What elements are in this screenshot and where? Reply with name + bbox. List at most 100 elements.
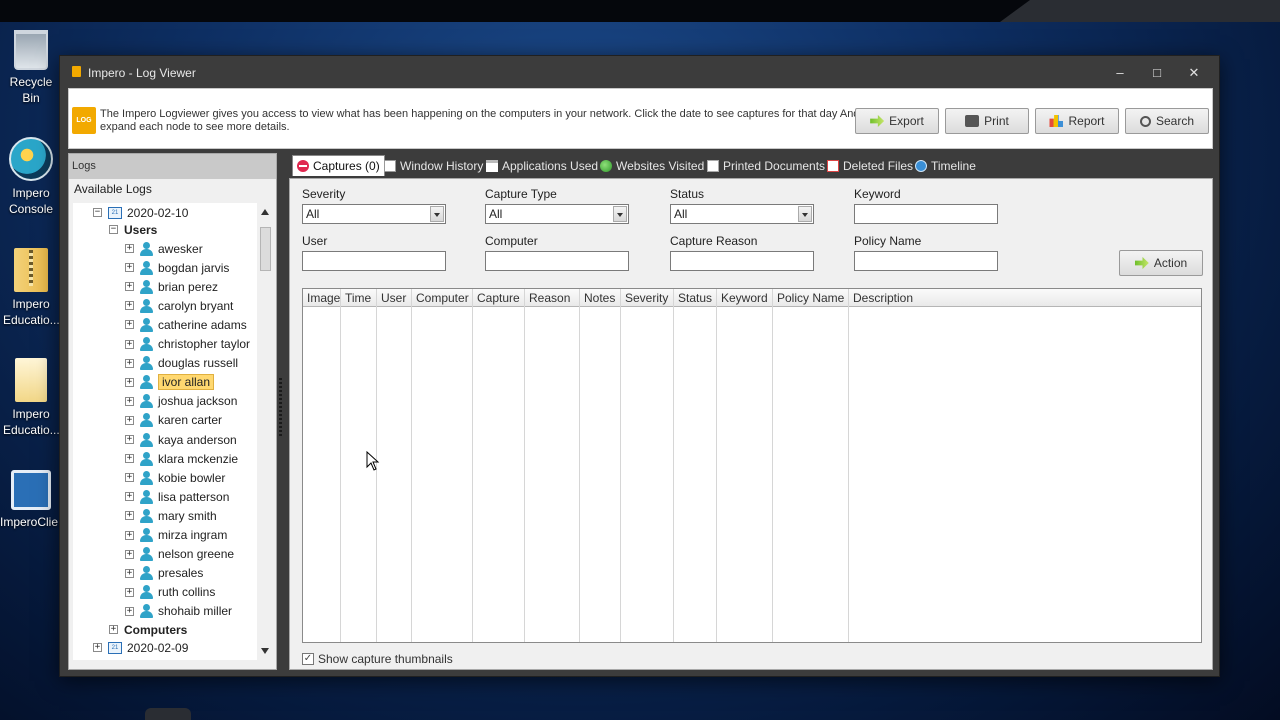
checkbox-check-icon[interactable]: ✓: [302, 653, 314, 665]
expand-icon[interactable]: +: [125, 282, 134, 292]
show-thumbnails-checkbox[interactable]: ✓ Show capture thumbnails: [302, 652, 453, 666]
expand-icon[interactable]: +: [125, 587, 134, 597]
expand-icon[interactable]: +: [125, 606, 134, 616]
column-header[interactable]: Notes: [584, 291, 615, 305]
expand-icon[interactable]: +: [125, 492, 134, 502]
expand-icon[interactable]: +: [125, 301, 134, 311]
tab-window-history[interactable]: Window History: [380, 155, 487, 176]
column-header[interactable]: Image: [307, 291, 340, 305]
column-header[interactable]: Reason: [529, 291, 570, 305]
desktop-icon-impero-education-file[interactable]: Impero Educatio...: [0, 358, 62, 438]
collapse-icon[interactable]: −: [93, 208, 102, 217]
tree-node-user[interactable]: + klara mckenzie: [125, 449, 238, 468]
expand-icon[interactable]: +: [125, 377, 134, 387]
column-header[interactable]: Computer: [416, 291, 469, 305]
expand-icon[interactable]: +: [125, 358, 134, 368]
column-header[interactable]: Policy Name: [777, 291, 844, 305]
user-input[interactable]: [302, 251, 446, 271]
tree-node-user[interactable]: + catherine adams: [125, 315, 247, 334]
chevron-down-icon[interactable]: [613, 206, 627, 222]
maximize-button[interactable]: □: [1138, 62, 1176, 84]
expand-icon[interactable]: +: [125, 568, 134, 578]
tree-node-user[interactable]: + lisa patterson: [125, 487, 229, 506]
column-header[interactable]: Capture: [477, 291, 520, 305]
tree-node-user[interactable]: + karen carter: [125, 411, 222, 430]
pane-splitter[interactable]: [277, 153, 285, 670]
tab-timeline[interactable]: Timeline: [911, 155, 980, 176]
tree-node-user[interactable]: + kobie bowler: [125, 468, 225, 487]
tab-printed-documents[interactable]: Printed Documents: [703, 155, 829, 176]
tree-node-user[interactable]: + mary smith: [125, 506, 217, 525]
tree-node-user[interactable]: + douglas russell: [125, 354, 238, 373]
tree-node-user[interactable]: + bogdan jarvis: [125, 258, 229, 277]
minimize-button[interactable]: –: [1101, 62, 1139, 84]
tree-node-user[interactable]: + joshua jackson: [125, 392, 237, 411]
tree-node-computers[interactable]: + Computers: [109, 620, 187, 639]
policy-name-input[interactable]: [854, 251, 998, 271]
print-button[interactable]: Print: [945, 108, 1029, 134]
column-header[interactable]: Status: [678, 291, 712, 305]
capture-type-select[interactable]: All: [485, 204, 629, 224]
close-button[interactable]: ✕: [1175, 62, 1213, 84]
tab-deleted-files[interactable]: Deleted Files: [823, 155, 917, 176]
expand-icon[interactable]: +: [125, 396, 134, 406]
title-bar[interactable]: Impero - Log Viewer – □ ✕: [60, 56, 1219, 88]
desktop-icon-recycle-bin[interactable]: Recycle Bin: [0, 30, 62, 106]
chevron-down-icon[interactable]: [798, 206, 812, 222]
expand-icon[interactable]: +: [125, 320, 134, 330]
expand-icon[interactable]: +: [125, 530, 134, 540]
expand-icon[interactable]: +: [125, 454, 134, 464]
expand-icon[interactable]: +: [125, 415, 134, 425]
collapse-icon[interactable]: −: [109, 225, 118, 234]
tree-node-user[interactable]: + shohaib miller: [125, 602, 232, 621]
desktop-icon-impero-console[interactable]: Impero Console: [0, 137, 62, 217]
tree-scrollbar[interactable]: [258, 203, 273, 660]
tree-node-users[interactable]: − Users: [109, 220, 157, 239]
column-header[interactable]: Keyword: [721, 291, 768, 305]
action-button[interactable]: Action: [1119, 250, 1203, 276]
captures-grid[interactable]: Image Time User Computer Capture Reason Notes S…: [302, 288, 1202, 643]
tree-node-user[interactable]: + brian perez: [125, 277, 218, 296]
report-button[interactable]: Report: [1035, 108, 1119, 134]
tree-node-user[interactable]: + mirza ingram: [125, 526, 227, 545]
severity-select[interactable]: All: [302, 204, 446, 224]
expand-icon[interactable]: +: [125, 473, 134, 483]
tree-node-user[interactable]: + nelson greene: [125, 545, 234, 564]
expand-icon[interactable]: +: [125, 511, 134, 521]
tab-websites-visited[interactable]: Websites Visited: [596, 155, 708, 176]
column-header[interactable]: Time: [345, 291, 371, 305]
tree-node-user[interactable]: + ruth collins: [125, 583, 215, 602]
tree-node-date[interactable]: + 21 2020-02-09: [93, 638, 188, 657]
expand-icon[interactable]: +: [125, 435, 134, 444]
scroll-up-icon[interactable]: [261, 209, 269, 215]
expand-icon[interactable]: +: [109, 625, 118, 634]
computer-input[interactable]: [485, 251, 629, 271]
column-header[interactable]: Description: [853, 291, 913, 305]
tab-applications-used[interactable]: Applications Used: [482, 155, 602, 176]
status-select[interactable]: All: [670, 204, 814, 224]
scroll-down-icon[interactable]: [261, 648, 269, 654]
tree-node-user[interactable]: + presales: [125, 564, 203, 583]
desktop-icon-impero-education-zip[interactable]: Impero Educatio...: [0, 248, 62, 328]
tree-node-user[interactable]: + christopher taylor: [125, 335, 250, 354]
chevron-down-icon[interactable]: [430, 206, 444, 222]
export-button[interactable]: Export: [855, 108, 939, 134]
search-button[interactable]: Search: [1125, 108, 1209, 134]
tree-node-user[interactable]: + ivor allan: [125, 373, 215, 392]
keyword-input[interactable]: [854, 204, 998, 224]
desktop-icon-impero-client[interactable]: ImperoClie...: [0, 470, 68, 530]
tree-node-user[interactable]: + awesker: [125, 239, 203, 258]
tree-node-user[interactable]: + carolyn bryant: [125, 296, 233, 315]
expand-icon[interactable]: +: [125, 549, 134, 559]
column-header[interactable]: Severity: [625, 291, 668, 305]
taskbar-item[interactable]: [145, 708, 191, 720]
column-header[interactable]: User: [381, 291, 406, 305]
tree-node-user[interactable]: + kaya anderson: [125, 430, 237, 449]
expand-icon[interactable]: +: [125, 263, 134, 273]
tab-captures[interactable]: Captures (0): [292, 155, 385, 176]
capture-reason-input[interactable]: [670, 251, 814, 271]
expand-icon[interactable]: +: [93, 643, 102, 652]
scroll-thumb[interactable]: [260, 227, 271, 271]
expand-icon[interactable]: +: [125, 244, 134, 253]
expand-icon[interactable]: +: [125, 339, 134, 349]
